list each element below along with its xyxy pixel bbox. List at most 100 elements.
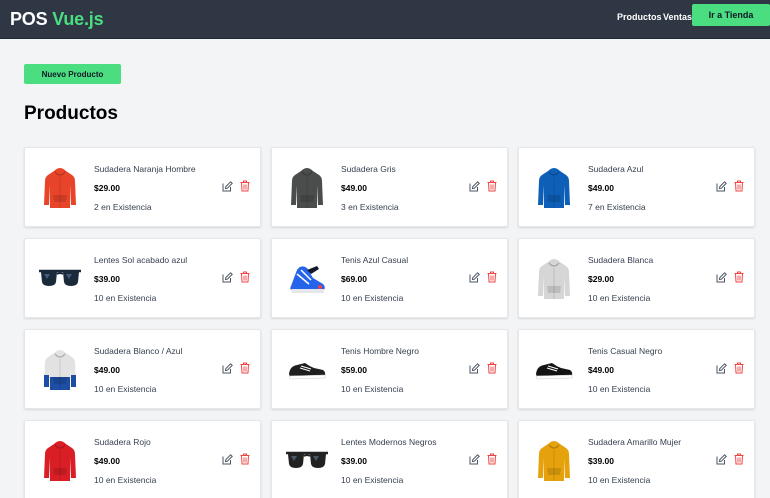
go-to-store-button[interactable]: Ir a Tienda [692, 4, 770, 26]
edit-icon[interactable] [222, 453, 233, 465]
black-casual-sneaker-icon [529, 342, 579, 398]
product-name: Tenis Hombre Negro [341, 346, 419, 356]
trash-icon[interactable] [733, 362, 744, 374]
edit-icon[interactable] [469, 362, 480, 374]
white-hoodie-icon [529, 251, 579, 307]
product-actions [469, 362, 497, 374]
product-card: Sudadera Blanca $29.00 10 en Existencia [518, 238, 755, 318]
nav-link-ventas[interactable]: Ventas [663, 12, 692, 22]
edit-icon[interactable] [222, 180, 233, 192]
product-name: Sudadera Naranja Hombre [94, 164, 196, 174]
product-info: Sudadera Rojo $49.00 10 en Existencia [94, 437, 156, 485]
trash-icon[interactable] [486, 180, 497, 192]
product-info: Sudadera Blanca $29.00 10 en Existencia [588, 255, 653, 303]
product-stock: 10 en Existencia [341, 293, 404, 303]
product-stock: 10 en Existencia [94, 384, 157, 394]
product-name: Sudadera Azul [588, 164, 644, 174]
sunglasses-icon [35, 251, 85, 307]
trash-icon[interactable] [733, 271, 744, 283]
product-stock: 10 en Existencia [341, 475, 404, 485]
trash-icon[interactable] [733, 180, 744, 192]
blue-hoodie-icon [529, 160, 579, 216]
edit-icon[interactable] [716, 271, 727, 283]
nav-link-productos[interactable]: Productos [617, 12, 662, 22]
gray-hoodie-icon [282, 160, 332, 216]
product-name: Lentes Modernos Negros [341, 437, 437, 447]
edit-icon[interactable] [716, 453, 727, 465]
product-card: Sudadera Gris $49.00 3 en Existencia [271, 147, 508, 227]
product-card: Tenis Hombre Negro $59.00 10 en Existencia [271, 329, 508, 409]
product-price: $29.00 [588, 274, 614, 284]
black-glasses-icon [282, 433, 332, 489]
brand-logo[interactable]: POS Vue.js [10, 9, 104, 30]
product-name: Tenis Azul Casual [341, 255, 409, 265]
product-actions [222, 362, 250, 374]
product-card: Lentes Sol acabado azul $39.00 10 en Exist… [24, 238, 261, 318]
product-card: Sudadera Amarillo Mujer $39.00 10 en Exist… [518, 420, 755, 498]
trash-icon[interactable] [486, 362, 497, 374]
brand-pos: POS [10, 9, 48, 29]
product-actions [222, 271, 250, 283]
yellow-hoodie-icon [529, 433, 579, 489]
product-actions [469, 453, 497, 465]
product-stock: 10 en Existencia [588, 384, 651, 394]
brand-vuejs: Vue.js [52, 9, 104, 29]
product-price: $69.00 [341, 274, 367, 284]
trash-icon[interactable] [486, 271, 497, 283]
blue-sneaker-icon [282, 251, 332, 307]
product-card: Lentes Modernos Negros $39.00 10 en Existe… [271, 420, 508, 498]
product-stock: 10 en Existencia [341, 384, 404, 394]
product-stock: 2 en Existencia [94, 202, 152, 212]
orange-hoodie-icon [35, 160, 85, 216]
edit-icon[interactable] [222, 362, 233, 374]
product-actions [716, 180, 744, 192]
product-price: $39.00 [588, 456, 614, 466]
product-stock: 7 en Existencia [588, 202, 646, 212]
product-price: $49.00 [588, 365, 614, 375]
trash-icon[interactable] [239, 453, 250, 465]
navbar: POS Vue.js Productos Ventas Ir a Tienda [0, 0, 770, 39]
product-actions [469, 271, 497, 283]
product-grid: Sudadera Naranja Hombre $29.00 2 en Existe… [24, 147, 755, 498]
product-info: Sudadera Naranja Hombre $29.00 2 en Existe… [94, 164, 196, 212]
edit-icon[interactable] [222, 271, 233, 283]
trash-icon[interactable] [239, 180, 250, 192]
edit-icon[interactable] [716, 362, 727, 374]
product-price: $59.00 [341, 365, 367, 375]
product-price: $49.00 [588, 183, 614, 193]
product-name: Sudadera Blanca [588, 255, 654, 265]
product-name: Lentes Sol acabado azul [94, 255, 188, 265]
trash-icon[interactable] [239, 362, 250, 374]
product-stock: 10 en Existencia [588, 293, 651, 303]
edit-icon[interactable] [469, 453, 480, 465]
product-stock: 3 en Existencia [341, 202, 399, 212]
product-info: Sudadera Blanco / Azul $49.00 10 en Existe… [94, 346, 182, 394]
product-price: $29.00 [94, 183, 120, 193]
product-card: Sudadera Azul $49.00 7 en Existencia [518, 147, 755, 227]
product-actions [716, 362, 744, 374]
product-price: $49.00 [94, 365, 120, 375]
trash-icon[interactable] [239, 271, 250, 283]
edit-icon[interactable] [469, 180, 480, 192]
product-card: Sudadera Rojo $49.00 10 en Existencia [24, 420, 261, 498]
product-name: Sudadera Amarillo Mujer [588, 437, 682, 447]
edit-icon[interactable] [716, 180, 727, 192]
product-name: Sudadera Rojo [94, 437, 151, 447]
product-stock: 10 en Existencia [94, 293, 157, 303]
product-info: Sudadera Azul $49.00 7 en Existencia [588, 164, 646, 212]
red-hoodie-icon [35, 433, 85, 489]
product-actions [716, 271, 744, 283]
product-info: Lentes Sol acabado azul $39.00 10 en Exist… [94, 255, 187, 303]
product-actions [716, 453, 744, 465]
product-card: Tenis Azul Casual $69.00 10 en Existencia [271, 238, 508, 318]
product-info: Sudadera Gris $49.00 3 en Existencia [341, 164, 399, 212]
product-price: $39.00 [341, 456, 367, 466]
product-actions [222, 180, 250, 192]
new-product-button[interactable]: Nuevo Producto [24, 64, 121, 84]
product-name: Tenis Casual Negro [588, 346, 663, 356]
edit-icon[interactable] [469, 271, 480, 283]
product-price: $49.00 [94, 456, 120, 466]
trash-icon[interactable] [486, 453, 497, 465]
trash-icon[interactable] [733, 453, 744, 465]
product-name: Sudadera Gris [341, 164, 396, 174]
